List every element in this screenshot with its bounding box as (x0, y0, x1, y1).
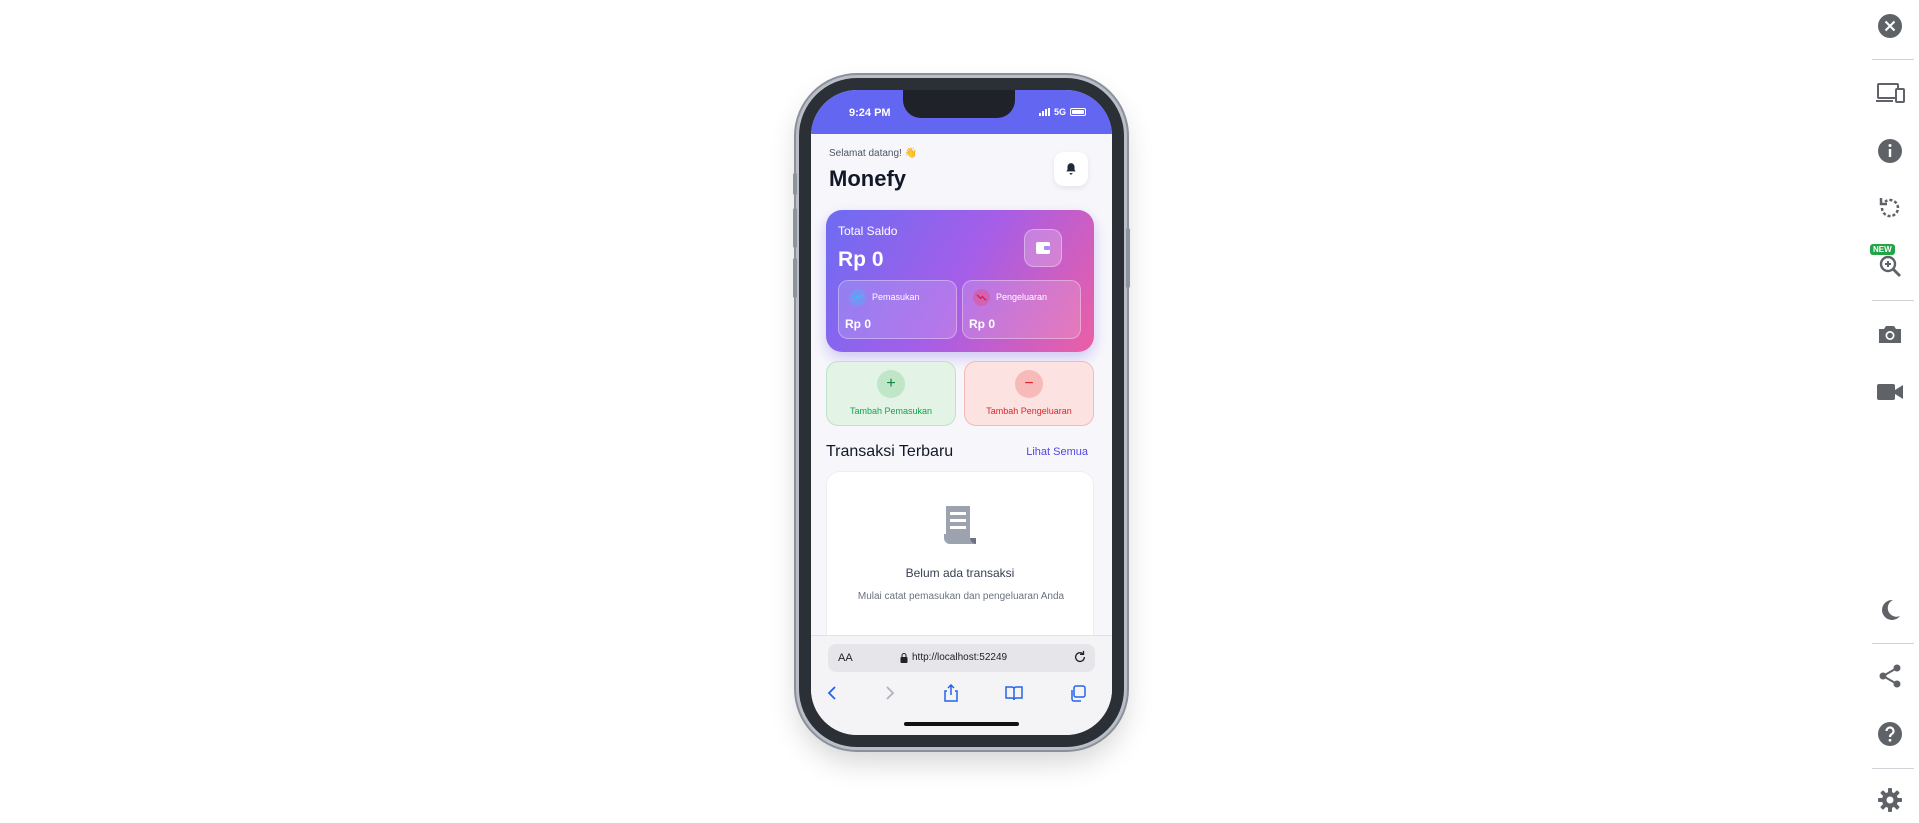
balance-card: Total Saldo Rp 0 Pemasukan Rp 0 Pengelua… (826, 210, 1094, 352)
share-icon (1879, 664, 1901, 688)
home-indicator (904, 722, 1019, 726)
screenshot-button[interactable] (1872, 316, 1908, 352)
power-button (1126, 228, 1130, 288)
zoom-icon (1879, 255, 1901, 277)
greeting-text: Selamat datang! 👋 (829, 148, 918, 159)
rail-divider (1872, 59, 1914, 60)
rail-divider (1872, 643, 1914, 644)
share-button[interactable] (1872, 658, 1908, 694)
rotate-icon (1879, 198, 1900, 218)
rail-divider (1872, 768, 1914, 769)
balance-value: Rp 0 (838, 248, 884, 271)
income-value: Rp 0 (845, 317, 872, 331)
add-expense-button[interactable]: − Tambah Pengeluaran (964, 361, 1094, 426)
phone-frame: 9:24 PM 5G Selamat datang! 👋 Monefy Tota… (793, 78, 1130, 747)
rail-divider (1872, 300, 1914, 301)
empty-transactions-card: Belum ada transaksi Mulai catat pemasuka… (826, 471, 1094, 635)
back-button[interactable] (821, 682, 843, 704)
tabs-button[interactable] (1066, 682, 1088, 704)
reload-icon[interactable] (1073, 650, 1087, 664)
close-button[interactable] (1872, 8, 1908, 44)
simulator-toolbar: NEW (1861, 0, 1919, 823)
expense-label: Pengeluaran (996, 292, 1048, 302)
mute-switch (793, 173, 797, 195)
dark-mode-icon (1882, 599, 1900, 620)
browser-chrome: AA http://localhost:52249 (811, 635, 1112, 735)
simulator-stage: 9:24 PM 5G Selamat datang! 👋 Monefy Tota… (0, 0, 1919, 823)
info-icon (1878, 139, 1902, 163)
settings-icon (1878, 788, 1902, 812)
book-icon (1005, 686, 1023, 701)
status-time: 9:24 PM (849, 107, 891, 119)
dark-mode-button[interactable] (1872, 592, 1908, 628)
plus-icon: + (877, 370, 905, 398)
expense-value: Rp 0 (969, 317, 996, 331)
close-icon (1878, 14, 1902, 38)
settings-button[interactable] (1872, 782, 1908, 818)
app-title: Monefy (829, 166, 906, 191)
browser-toolbar (811, 682, 1112, 708)
url-text: http://localhost:52249 (912, 652, 1008, 663)
rotate-button[interactable] (1872, 190, 1908, 226)
income-summary: Pemasukan Rp 0 (838, 280, 957, 339)
info-button[interactable] (1872, 133, 1908, 169)
zoom-button[interactable] (1872, 248, 1908, 284)
empty-state-subtitle: Mulai catat pemasukan dan pengeluaran An… (857, 591, 1065, 602)
income-label: Pemasukan (872, 292, 920, 302)
forward-button[interactable] (879, 682, 901, 704)
bell-icon (1066, 163, 1076, 175)
volume-down-button (793, 258, 797, 298)
help-button[interactable] (1872, 716, 1908, 752)
status-bar: 9:24 PM 5G (811, 90, 1112, 134)
chevron-right-icon (886, 686, 895, 700)
address-bar[interactable]: AA http://localhost:52249 (828, 644, 1095, 672)
volume-up-button (793, 208, 797, 248)
add-income-label: Tambah Pemasukan (849, 406, 933, 416)
trend-down-icon (973, 289, 990, 306)
phone-screen: 9:24 PM 5G Selamat datang! 👋 Monefy Tota… (811, 90, 1112, 735)
wallet-button[interactable] (1024, 229, 1062, 267)
camera-icon (1879, 326, 1901, 343)
status-indicators: 5G (1038, 107, 1086, 117)
bookmarks-button[interactable] (1003, 682, 1025, 704)
help-icon (1878, 722, 1902, 746)
text-size-button[interactable]: AA (838, 652, 853, 664)
network-label: 5G (1053, 107, 1066, 117)
video-icon (1877, 384, 1903, 400)
devices-icon (1876, 83, 1905, 103)
share-button[interactable] (940, 682, 962, 704)
record-button[interactable] (1872, 374, 1908, 410)
tabs-icon (1070, 684, 1086, 702)
add-income-button[interactable]: + Tambah Pemasukan (826, 361, 956, 426)
expense-summary: Pengeluaran Rp 0 (962, 280, 1081, 339)
recent-transactions-title: Transaksi Terbaru (826, 443, 954, 460)
add-expense-label: Tambah Pengeluaran (986, 406, 1072, 416)
app-content: Selamat datang! 👋 Monefy Total Saldo Rp … (811, 134, 1112, 635)
battery-icon (1070, 108, 1086, 116)
wallet-icon (1036, 242, 1050, 254)
lock-icon (900, 652, 908, 663)
empty-state-title: Belum ada transaksi (905, 566, 1015, 580)
notification-button[interactable] (1054, 152, 1088, 186)
receipt-icon (944, 506, 976, 544)
minus-icon: − (1015, 370, 1043, 398)
see-all-link[interactable]: Lihat Semua (1026, 446, 1088, 458)
url-display[interactable]: http://localhost:52249 (900, 652, 1007, 663)
trend-up-icon (849, 289, 866, 306)
signal-icon (1038, 108, 1050, 116)
chevron-left-icon (827, 686, 836, 700)
balance-label: Total Saldo (838, 224, 898, 238)
notch (903, 90, 1015, 118)
devices-button[interactable] (1872, 75, 1908, 111)
share-icon (944, 684, 958, 702)
